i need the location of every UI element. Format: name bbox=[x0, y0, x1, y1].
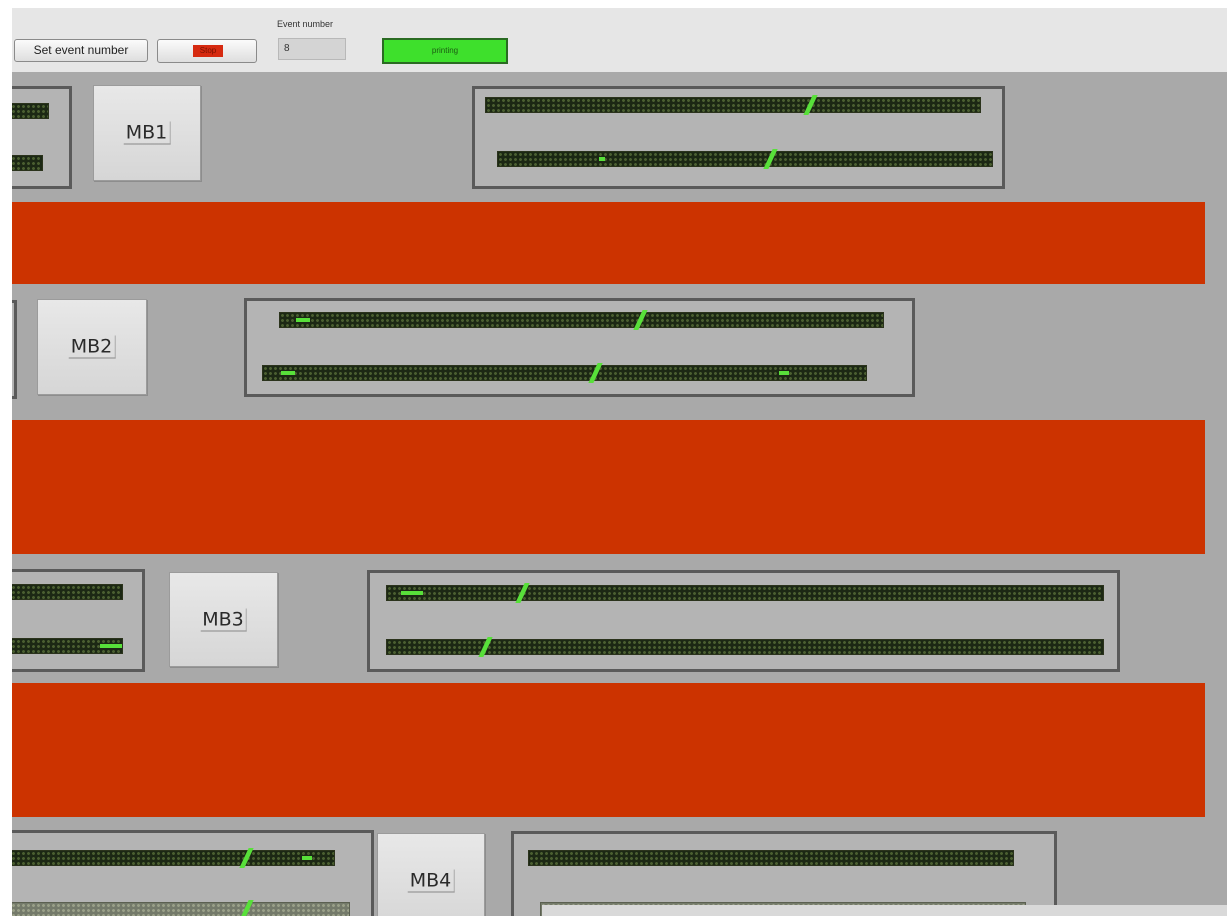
display-panel-mb3 bbox=[367, 570, 1120, 672]
signal-blip bbox=[281, 371, 295, 375]
led-strip bbox=[12, 900, 350, 916]
led-strip bbox=[12, 584, 123, 600]
signal-blip bbox=[239, 900, 254, 916]
left-display-panel-3 bbox=[12, 569, 145, 672]
left-display-panel-4 bbox=[12, 830, 374, 916]
status-band-3 bbox=[12, 683, 1205, 817]
daq-window: Set event number Stop Event number 8 pri… bbox=[12, 8, 1227, 916]
mb1-button[interactable]: MB1 bbox=[93, 85, 201, 181]
set-event-number-button[interactable]: Set event number bbox=[14, 39, 148, 62]
signal-blip bbox=[515, 583, 530, 603]
signal-blip bbox=[302, 856, 312, 860]
led-strip bbox=[12, 638, 123, 654]
signal-blip bbox=[296, 318, 310, 322]
signal-blip bbox=[401, 591, 423, 595]
display-panel-mb4 bbox=[511, 831, 1057, 916]
scrollbar-track bbox=[542, 905, 1227, 916]
signal-blip bbox=[100, 644, 122, 648]
signal-blip bbox=[779, 371, 789, 375]
signal-blip bbox=[239, 848, 254, 868]
signal-blip bbox=[478, 637, 493, 657]
signal-blip bbox=[763, 149, 778, 169]
mb4-button-label: MB4 bbox=[407, 869, 455, 892]
led-strip bbox=[386, 637, 1104, 657]
led-strip bbox=[497, 149, 993, 169]
event-number-label: Event number bbox=[277, 19, 334, 29]
toolbar: Set event number Stop Event number 8 pri… bbox=[12, 8, 1227, 72]
printing-status-indicator: printing bbox=[382, 38, 508, 64]
stop-button-label: Stop bbox=[193, 45, 223, 57]
display-panel-mb2 bbox=[244, 298, 915, 397]
signal-blip bbox=[803, 95, 818, 115]
mb2-button-label: MB2 bbox=[68, 335, 116, 359]
led-strip bbox=[262, 363, 867, 383]
display-panel-mb1 bbox=[472, 86, 1005, 189]
led-strip bbox=[12, 103, 49, 119]
signal-blip bbox=[588, 363, 603, 383]
led-strip bbox=[386, 583, 1104, 603]
led-strip bbox=[12, 155, 43, 171]
led-strip bbox=[485, 95, 981, 115]
mb3-button-label: MB3 bbox=[200, 608, 247, 631]
mb1-button-label: MB1 bbox=[123, 121, 171, 145]
led-strip bbox=[279, 310, 884, 330]
led-strip bbox=[12, 848, 335, 868]
status-band-2 bbox=[12, 420, 1205, 554]
mb3-button[interactable]: MB3 bbox=[169, 572, 278, 667]
mb4-button[interactable]: MB4 bbox=[377, 833, 485, 916]
left-display-panel-2 bbox=[12, 300, 17, 399]
left-display-panel-1 bbox=[12, 86, 72, 189]
led-strip bbox=[528, 850, 1014, 866]
event-number-field[interactable]: 8 bbox=[278, 38, 346, 60]
status-band-1 bbox=[12, 202, 1205, 284]
signal-blip bbox=[633, 310, 648, 330]
mb2-button[interactable]: MB2 bbox=[37, 299, 147, 395]
stop-button[interactable]: Stop bbox=[157, 39, 257, 63]
signal-blip bbox=[599, 157, 605, 161]
